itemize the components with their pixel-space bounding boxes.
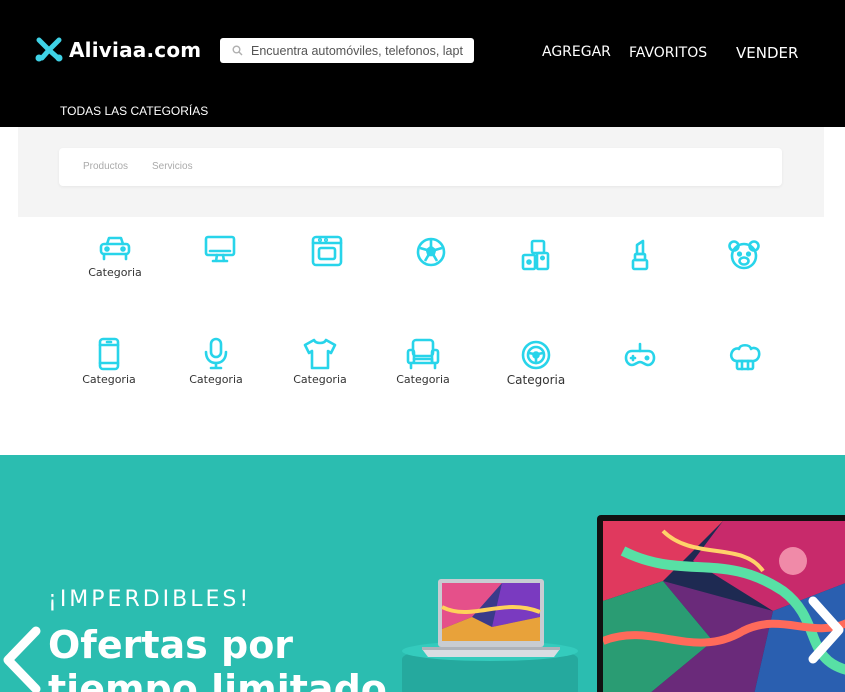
chevron-left-icon[interactable] xyxy=(0,625,44,692)
site-logo[interactable]: Aliviaa.com xyxy=(34,36,201,64)
category-label: Categoria xyxy=(506,373,566,387)
logo-text: Aliviaa.com xyxy=(69,38,202,62)
chevron-right-icon[interactable] xyxy=(805,595,845,665)
oven-icon xyxy=(311,235,343,267)
search-input[interactable] xyxy=(251,43,463,58)
banner-title: Ofertas por tiempo limitado xyxy=(48,623,387,692)
category-item[interactable]: Categoria xyxy=(75,234,155,279)
category-item[interactable] xyxy=(180,234,260,264)
gamepad-icon xyxy=(624,342,656,367)
monitor-icon xyxy=(204,235,236,263)
category-item[interactable] xyxy=(600,238,680,272)
category-item[interactable]: Categoria xyxy=(176,337,256,386)
nav-vender-link[interactable]: VENDER xyxy=(736,44,798,62)
category-item[interactable] xyxy=(600,341,680,371)
all-categories-link[interactable]: TODAS LAS CATEGORÍAS xyxy=(60,104,208,118)
category-label: Categoria xyxy=(293,373,347,386)
page: Aliviaa.com AGREGAR FAVORITOS VENDER TOD… xyxy=(0,0,845,692)
nav-favoritos-link[interactable]: FAVORITOS xyxy=(629,45,707,61)
soccer-ball-icon xyxy=(416,237,446,267)
section-wave xyxy=(18,190,824,216)
top-header: Aliviaa.com AGREGAR FAVORITOS VENDER TOD… xyxy=(0,0,845,127)
logo-icon xyxy=(35,37,63,62)
category-item[interactable] xyxy=(495,238,575,272)
banner-title-line2: tiempo limitado xyxy=(48,667,387,692)
category-item[interactable] xyxy=(704,238,784,272)
phone-icon xyxy=(98,337,120,371)
armchair-icon xyxy=(406,338,440,370)
tab-servicios[interactable]: Servicios xyxy=(152,161,193,172)
category-item[interactable]: Categoria xyxy=(280,337,360,386)
banner-title-line1: Ofertas por xyxy=(48,623,294,667)
category-item[interactable]: Categoria xyxy=(383,337,463,386)
category-item[interactable]: Categoria xyxy=(496,339,576,387)
search-icon xyxy=(232,45,243,56)
category-label: Categoria xyxy=(82,373,136,386)
category-item[interactable] xyxy=(391,236,471,268)
category-label: Categoria xyxy=(189,373,243,386)
toy-blocks-icon xyxy=(521,239,550,271)
laptop-image xyxy=(422,579,560,657)
search-bar xyxy=(220,38,474,63)
category-label: Categoria xyxy=(396,373,450,386)
banner-kicker: ¡IMPERDIBLES! xyxy=(48,587,252,612)
steering-wheel-icon xyxy=(521,340,551,370)
tshirt-icon xyxy=(303,338,337,370)
lipstick-icon xyxy=(631,239,649,271)
category-item[interactable]: Categoria xyxy=(69,337,149,386)
chef-hat-icon xyxy=(729,343,761,371)
nav-agregar-link[interactable]: AGREGAR xyxy=(542,44,611,60)
category-item[interactable] xyxy=(287,234,367,268)
category-item[interactable] xyxy=(705,339,785,373)
car-icon xyxy=(99,236,131,261)
microphone-icon xyxy=(204,337,228,370)
promo-banner[interactable]: ¡IMPERDIBLES! Ofertas por tiempo limitad… xyxy=(0,455,845,692)
search-type-tabs: Productos Servicios xyxy=(59,148,782,186)
teddy-bear-icon xyxy=(728,240,760,270)
category-label: Categoria xyxy=(88,266,142,279)
tab-productos[interactable]: Productos xyxy=(83,161,128,172)
